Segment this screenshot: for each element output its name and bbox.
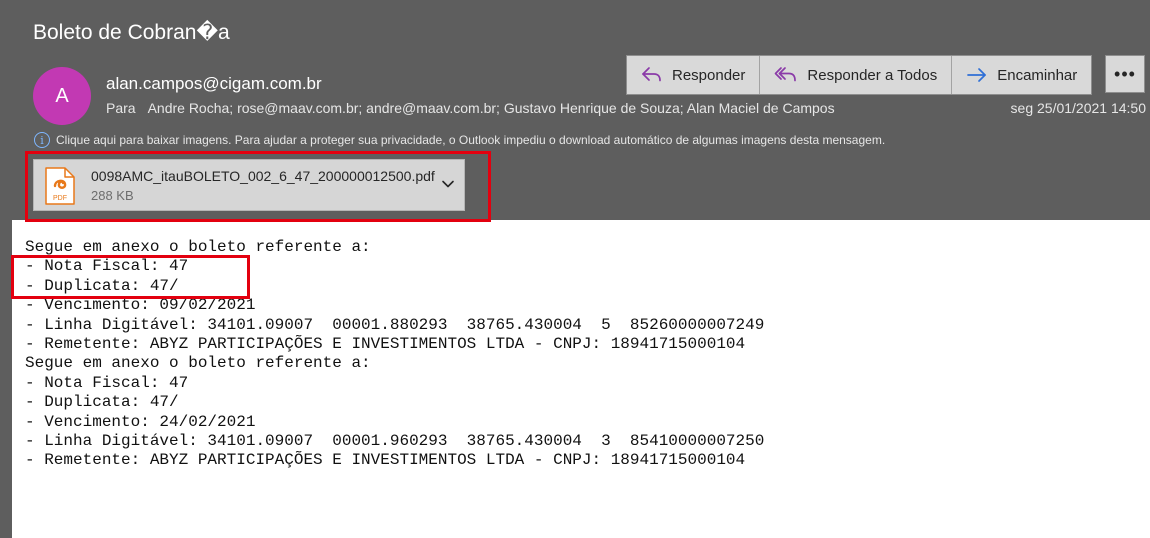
download-images-bar[interactable]: i Clique aqui para baixar imagens. Para … bbox=[34, 132, 885, 148]
reply-label: Responder bbox=[672, 66, 746, 84]
body-line: - Vencimento: 24/02/2021 bbox=[25, 412, 256, 431]
info-message[interactable]: Clique aqui para baixar imagens. Para aj… bbox=[56, 133, 885, 147]
forward-button[interactable]: Encaminhar bbox=[952, 56, 1091, 94]
body-line: - Remetente: ABYZ PARTICIPAÇÕES E INVEST… bbox=[25, 334, 746, 353]
sent-date: seg 25/01/2021 14:50 bbox=[1010, 100, 1146, 116]
attachment-filename[interactable]: 0098AMC_itauBOLETO_002_6_47_200000012500… bbox=[91, 168, 435, 184]
attachment-card[interactable]: PDF 0098AMC_itauBOLETO_002_6_47_20000001… bbox=[33, 159, 465, 211]
body-line: - Linha Digitável: 34101.09007 00001.960… bbox=[25, 431, 765, 450]
sender-address[interactable]: alan.campos@cigam.com.br bbox=[106, 74, 322, 94]
chevron-down-icon[interactable] bbox=[441, 179, 455, 189]
body-line: Segue em anexo o boleto referente a: bbox=[25, 354, 371, 373]
forward-icon bbox=[967, 68, 987, 82]
to-label: Para bbox=[106, 100, 136, 116]
recipients-list[interactable]: Andre Rocha; rose@maav.com.br; andre@maa… bbox=[148, 100, 835, 116]
sender-avatar[interactable]: A bbox=[33, 67, 91, 125]
email-subject: Boleto de Cobran�a bbox=[33, 21, 230, 44]
reply-button[interactable]: Responder bbox=[627, 56, 761, 94]
invoice-highlight-box bbox=[11, 255, 250, 299]
pdf-file-icon: PDF bbox=[45, 167, 75, 205]
body-line: - Duplicata: 47/ bbox=[25, 393, 179, 412]
more-actions-button[interactable]: ••• bbox=[1105, 55, 1145, 93]
body-line: - Linha Digitável: 34101.09007 00001.880… bbox=[25, 315, 765, 334]
forward-label: Encaminhar bbox=[997, 66, 1078, 84]
reply-icon bbox=[642, 67, 661, 82]
action-toolbar: Responder Responder a Todos Encaminhar bbox=[626, 55, 1093, 95]
body-line: - Remetente: ABYZ PARTICIPAÇÕES E INVEST… bbox=[25, 451, 746, 470]
pdf-type-label: PDF bbox=[53, 195, 67, 202]
info-icon: i bbox=[34, 132, 50, 148]
attachment-size: 288 KB bbox=[91, 188, 134, 203]
body-line: - Vencimento: 09/02/2021 bbox=[25, 296, 256, 315]
reply-all-icon bbox=[775, 67, 797, 82]
reply-all-button[interactable]: Responder a Todos bbox=[760, 56, 953, 94]
body-line: - Nota Fiscal: 47 bbox=[25, 373, 189, 392]
recipients-line: Para Andre Rocha; rose@maav.com.br; andre… bbox=[106, 100, 835, 116]
reply-all-label: Responder a Todos bbox=[807, 66, 938, 84]
